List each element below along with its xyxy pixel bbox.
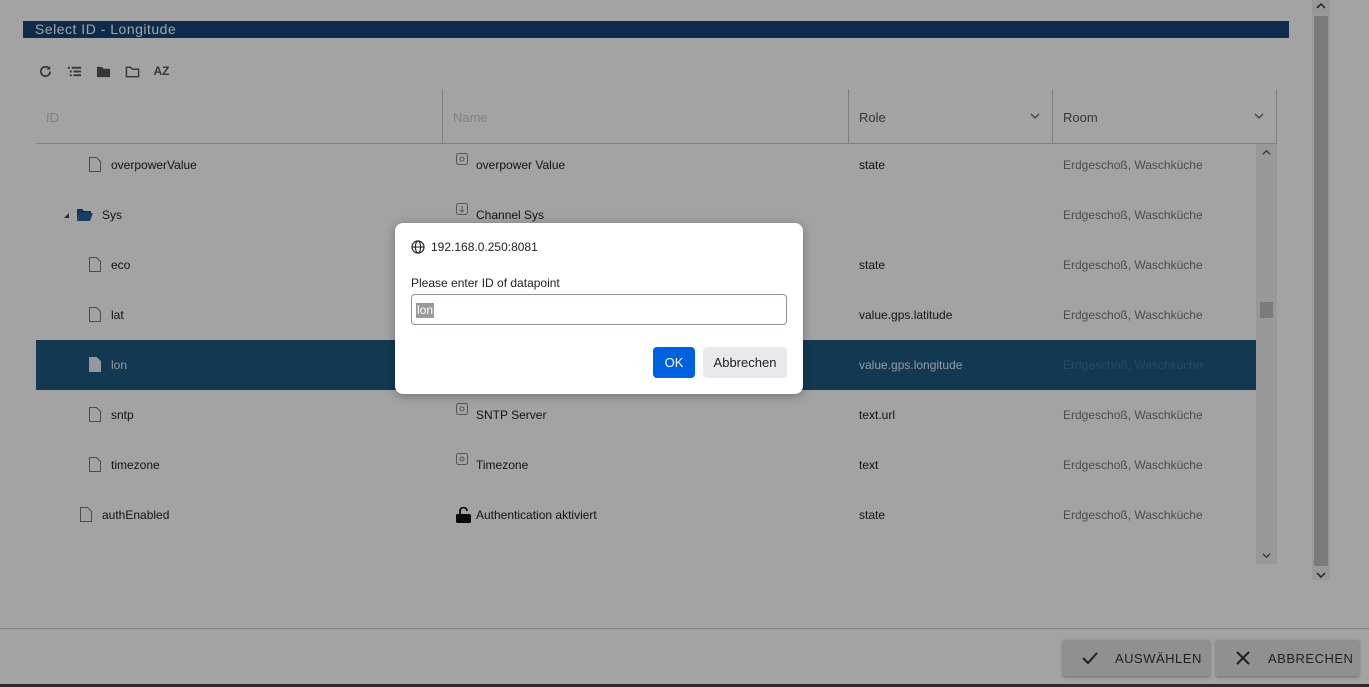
prompt-input[interactable] (411, 294, 787, 325)
prompt-origin: 192.168.0.250:8081 (411, 240, 538, 254)
prompt-cancel-button[interactable]: Abbrechen (703, 347, 787, 378)
prompt-origin-text: 192.168.0.250:8081 (431, 240, 538, 254)
prompt-input-value: lon (416, 303, 435, 318)
browser-prompt-dialog: 192.168.0.250:8081 Please enter ID of da… (395, 223, 803, 394)
prompt-ok-button[interactable]: OK (653, 347, 695, 378)
prompt-message: Please enter ID of datapoint (411, 276, 560, 290)
globe-icon (411, 240, 425, 254)
